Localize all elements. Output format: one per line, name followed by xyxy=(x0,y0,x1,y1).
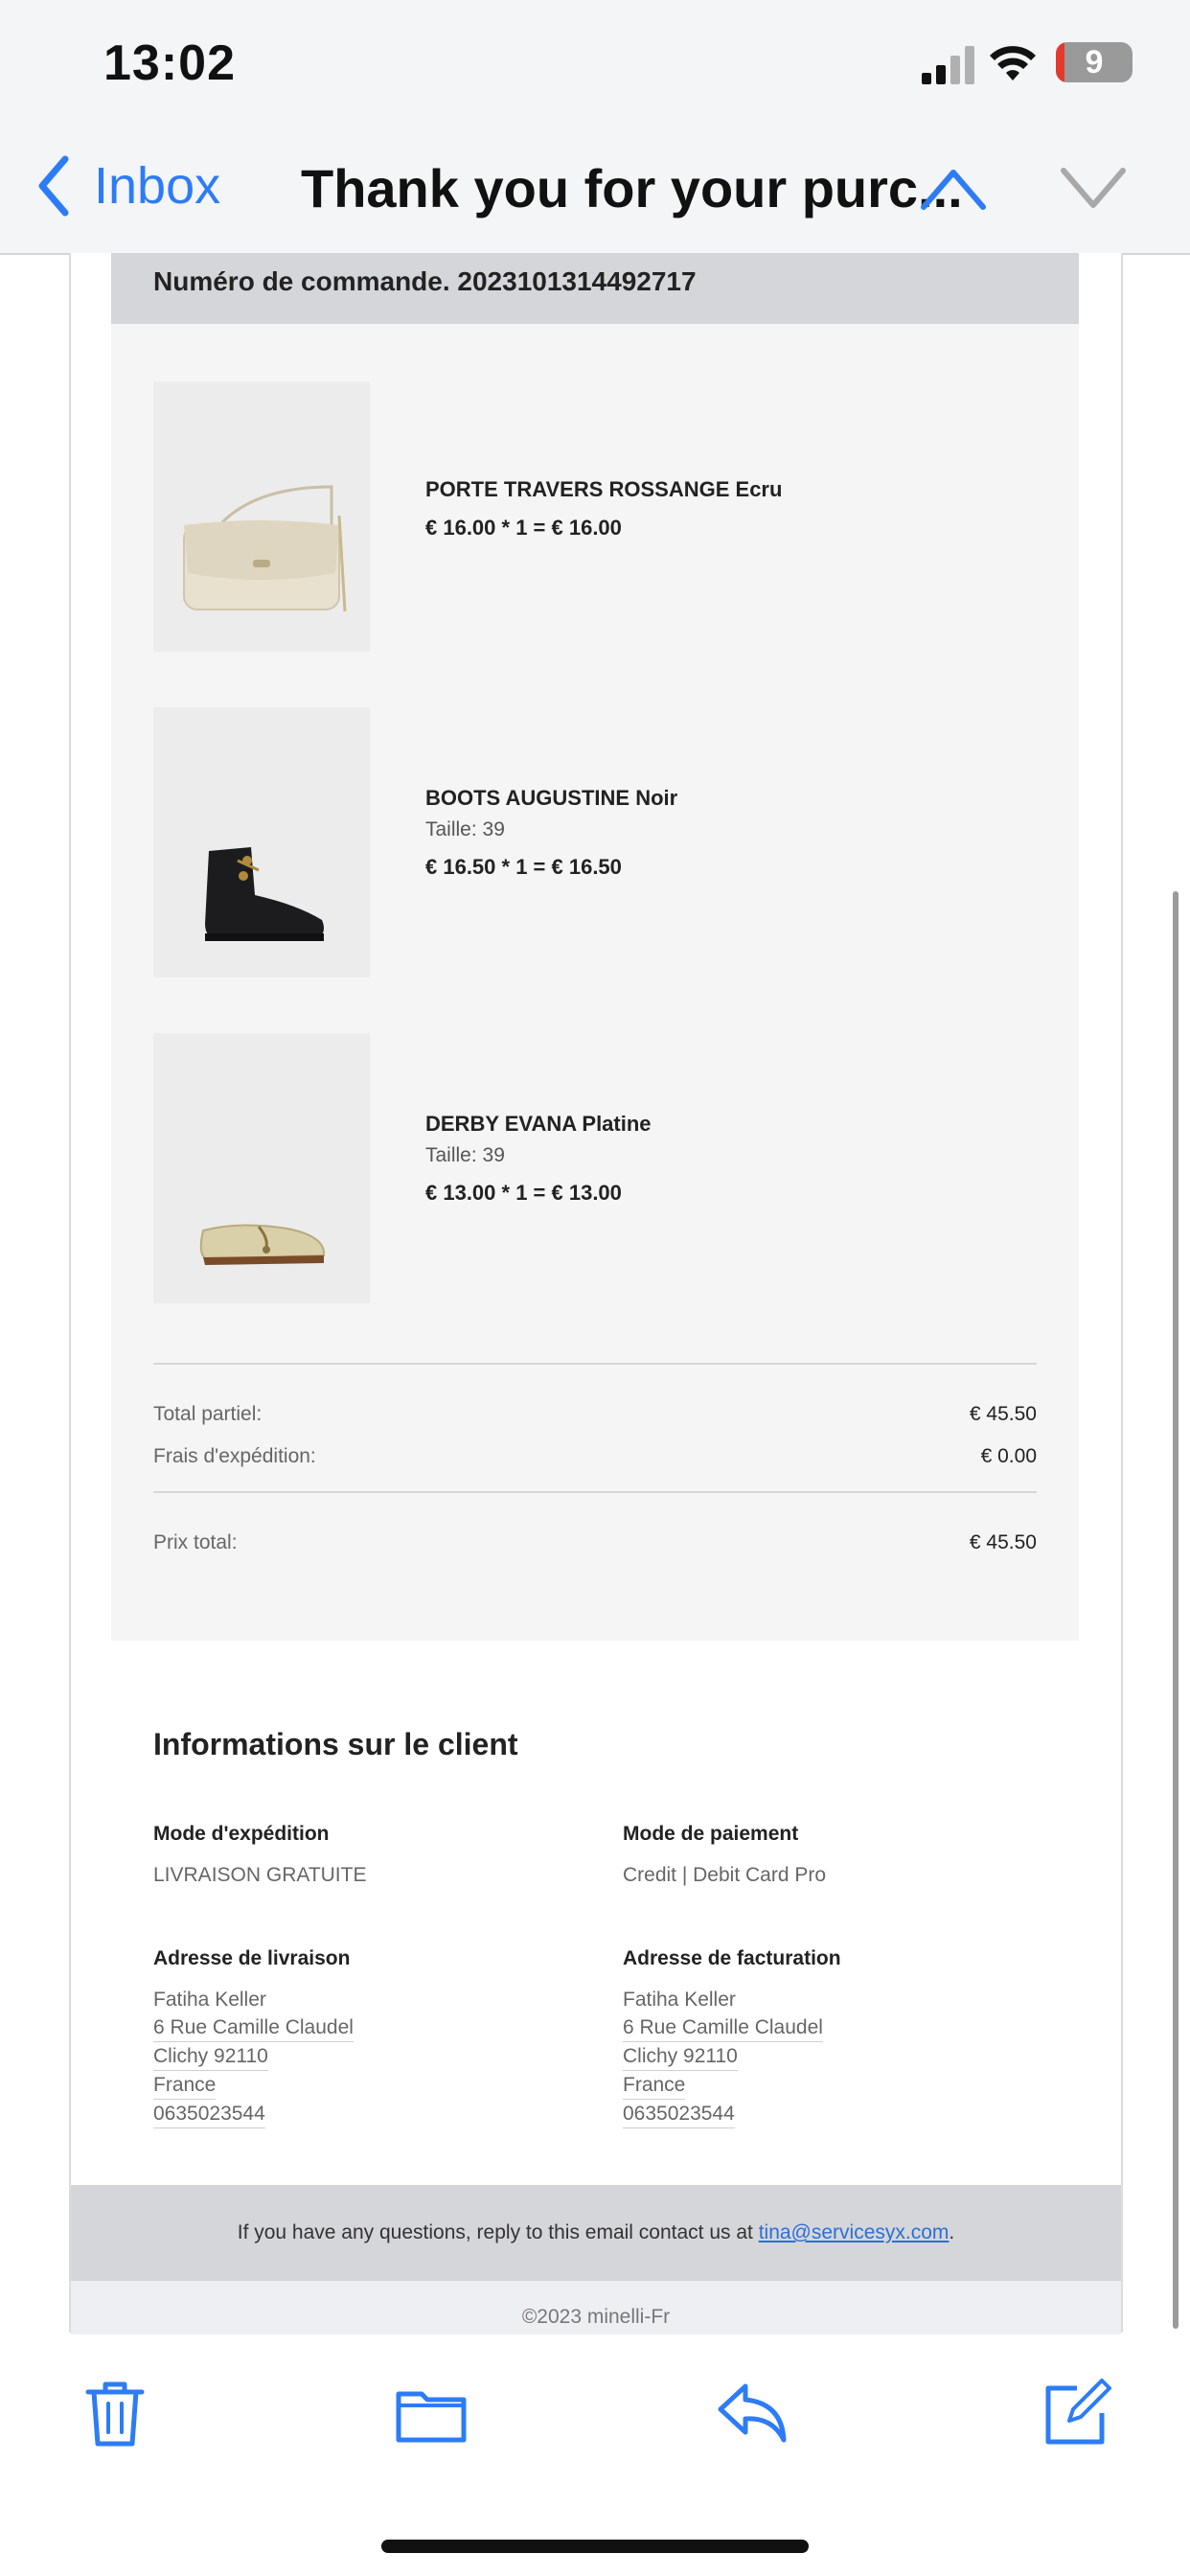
total-row: Prix total: € 45.50 xyxy=(153,1531,1037,1554)
order-item: DERBY EVANA Platine Taille: 39 € 13.00 *… xyxy=(153,1033,1044,1303)
copyright-text: ©2023 minelli-Fr xyxy=(521,2306,671,2328)
item-name: DERBY EVANA Platine xyxy=(425,1112,652,1136)
billing-address-block: Adresse de facturation Fatiha Keller 6 R… xyxy=(623,1947,841,2128)
item-price: € 13.00 * 1 = € 13.00 xyxy=(425,1181,622,1205)
payment-method-value: Credit | Debit Card Pro xyxy=(623,1864,827,1886)
battery-icon: 9 xyxy=(1056,42,1133,82)
contact-text: If you have any questions, reply to this… xyxy=(237,2221,759,2243)
shipping-value: € 0.00 xyxy=(980,1445,1037,1467)
wifi-icon xyxy=(990,46,1036,80)
divider xyxy=(153,1363,1037,1365)
compose-icon[interactable] xyxy=(1041,2377,1113,2450)
folder-icon[interactable] xyxy=(395,2377,468,2450)
previous-message-chevron-up-icon[interactable] xyxy=(920,165,987,213)
order-number-header: Numéro de commande. 2023101314492717 xyxy=(111,253,1079,324)
scrollbar[interactable] xyxy=(1173,891,1179,2329)
address-street[interactable]: 6 Rue Camille Claudel xyxy=(623,2013,823,2042)
email-body: Numéro de commande. 2023101314492717 POR… xyxy=(69,253,1123,2338)
order-number: Numéro de commande. 2023101314492717 xyxy=(153,266,697,296)
divider xyxy=(153,1491,1037,1493)
subtotal-label: Total partiel: xyxy=(153,1403,263,1425)
home-indicator[interactable] xyxy=(381,2540,809,2553)
email-subject-title: Thank you for your purc... xyxy=(301,158,963,218)
copyright-footer: ©2023 minelli-Fr xyxy=(71,2281,1121,2338)
total-value: € 45.50 xyxy=(969,1531,1037,1553)
cellular-signal-icon xyxy=(922,46,974,84)
item-name: PORTE TRAVERS ROSSANGE Ecru xyxy=(425,477,783,501)
address-city[interactable]: Clichy 92110 xyxy=(623,2042,738,2071)
product-image-boots xyxy=(153,707,370,978)
item-size: Taille: 39 xyxy=(425,818,505,840)
mail-header: 13:02 9 Inbox Thank you for your purc... xyxy=(0,0,1190,255)
contact-footer: If you have any questions, reply to this… xyxy=(71,2185,1121,2281)
next-message-chevron-down-icon[interactable] xyxy=(1060,165,1127,213)
delivery-address-label: Adresse de livraison xyxy=(153,1947,351,1969)
product-image-bag xyxy=(153,381,370,652)
address-street[interactable]: 6 Rue Camille Claudel xyxy=(153,2013,354,2042)
order-item: BOOTS AUGUSTINE Noir Taille: 39 € 16.50 … xyxy=(153,707,1044,978)
product-image-loafer xyxy=(153,1033,370,1303)
address-country[interactable]: France xyxy=(153,2071,217,2100)
item-name: BOOTS AUGUSTINE Noir xyxy=(425,786,678,810)
shipping-label: Frais d'expédition: xyxy=(153,1445,316,1467)
address-line: Fatiha Keller xyxy=(623,1989,736,2011)
battery-level: 9 xyxy=(1085,44,1104,80)
trash-icon[interactable] xyxy=(79,2377,151,2450)
address-city[interactable]: Clichy 92110 xyxy=(153,2042,268,2071)
billing-address-label: Adresse de facturation xyxy=(623,1947,841,1969)
shipping-row: Frais d'expédition: € 0.00 xyxy=(153,1445,1037,1468)
total-label: Prix total: xyxy=(153,1531,238,1553)
item-price: € 16.00 * 1 = € 16.00 xyxy=(425,516,622,540)
shipping-method-label: Mode d'expédition xyxy=(153,1823,330,1845)
phone-link[interactable]: 0635023544 xyxy=(153,2100,265,2128)
back-label: Inbox xyxy=(94,157,221,215)
contact-email-link[interactable]: tina@servicesyx.com xyxy=(759,2221,950,2243)
item-price: € 16.50 * 1 = € 16.50 xyxy=(425,855,622,879)
client-info-title: Informations sur le client xyxy=(153,1727,518,1761)
chevron-left-icon xyxy=(38,155,69,217)
reply-icon[interactable] xyxy=(717,2377,790,2450)
phone-link[interactable]: 0635023544 xyxy=(623,2100,735,2128)
item-size: Taille: 39 xyxy=(425,1144,505,1166)
mail-toolbar xyxy=(0,2334,1190,2576)
subtotal-row: Total partiel: € 45.50 xyxy=(153,1403,1037,1426)
status-time: 13:02 xyxy=(103,35,236,91)
shipping-method-value: LIVRAISON GRATUITE xyxy=(153,1864,367,1886)
address-line: Fatiha Keller xyxy=(153,1989,266,2011)
subtotal-value: € 45.50 xyxy=(969,1403,1037,1425)
payment-method-label: Mode de paiement xyxy=(623,1823,799,1845)
order-item: PORTE TRAVERS ROSSANGE Ecru € 16.00 * 1 … xyxy=(153,381,1044,652)
delivery-address-block: Adresse de livraison Fatiha Keller 6 Rue… xyxy=(153,1947,354,2128)
shipping-method-block: Mode d'expédition LIVRAISON GRATUITE xyxy=(153,1823,366,1889)
back-to-inbox-button[interactable]: Inbox xyxy=(34,155,220,217)
payment-method-block: Mode de paiement Credit | Debit Card Pro xyxy=(623,1823,826,1889)
address-country[interactable]: France xyxy=(623,2071,686,2100)
order-items-panel: PORTE TRAVERS ROSSANGE Ecru € 16.00 * 1 … xyxy=(111,324,1079,1641)
